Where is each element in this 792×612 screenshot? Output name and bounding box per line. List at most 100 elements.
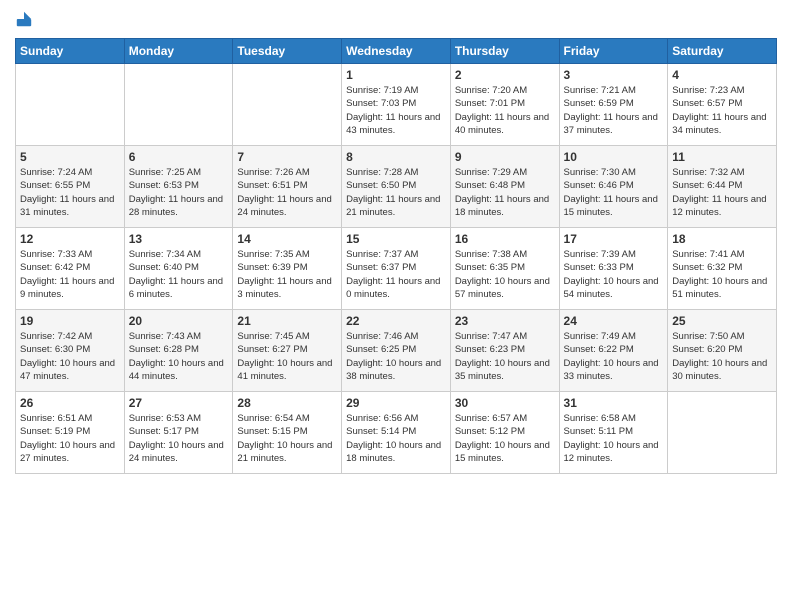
calendar-day-cell xyxy=(233,64,342,146)
calendar-day-cell: 30 Sunrise: 6:57 AM Sunset: 5:12 PM Dayli… xyxy=(450,392,559,474)
day-number: 12 xyxy=(20,232,120,246)
day-info: Sunrise: 7:24 AM Sunset: 6:55 PM Dayligh… xyxy=(20,166,120,219)
day-info: Sunrise: 7:33 AM Sunset: 6:42 PM Dayligh… xyxy=(20,248,120,301)
day-number: 19 xyxy=(20,314,120,328)
day-info: Sunrise: 7:25 AM Sunset: 6:53 PM Dayligh… xyxy=(129,166,229,219)
calendar-day-cell: 5 Sunrise: 7:24 AM Sunset: 6:55 PM Daylig… xyxy=(16,146,125,228)
day-info: Sunrise: 7:19 AM Sunset: 7:03 PM Dayligh… xyxy=(346,84,446,137)
calendar-day-cell: 25 Sunrise: 7:50 AM Sunset: 6:20 PM Dayli… xyxy=(668,310,777,392)
day-info: Sunrise: 6:53 AM Sunset: 5:17 PM Dayligh… xyxy=(129,412,229,465)
day-number: 8 xyxy=(346,150,446,164)
calendar-day-cell: 22 Sunrise: 7:46 AM Sunset: 6:25 PM Dayli… xyxy=(342,310,451,392)
weekday-header-cell: Monday xyxy=(124,39,233,64)
calendar-day-cell: 9 Sunrise: 7:29 AM Sunset: 6:48 PM Daylig… xyxy=(450,146,559,228)
weekday-header-cell: Thursday xyxy=(450,39,559,64)
day-number: 25 xyxy=(672,314,772,328)
day-info: Sunrise: 7:46 AM Sunset: 6:25 PM Dayligh… xyxy=(346,330,446,383)
calendar-week-row: 26 Sunrise: 6:51 AM Sunset: 5:19 PM Dayli… xyxy=(16,392,777,474)
calendar-week-row: 1 Sunrise: 7:19 AM Sunset: 7:03 PM Daylig… xyxy=(16,64,777,146)
day-info: Sunrise: 7:26 AM Sunset: 6:51 PM Dayligh… xyxy=(237,166,337,219)
day-info: Sunrise: 7:39 AM Sunset: 6:33 PM Dayligh… xyxy=(564,248,664,301)
day-info: Sunrise: 7:50 AM Sunset: 6:20 PM Dayligh… xyxy=(672,330,772,383)
calendar-day-cell: 27 Sunrise: 6:53 AM Sunset: 5:17 PM Dayli… xyxy=(124,392,233,474)
day-info: Sunrise: 7:38 AM Sunset: 6:35 PM Dayligh… xyxy=(455,248,555,301)
calendar-day-cell: 31Sunrise: 6:58 AM Sunset: 5:11 PM Dayli… xyxy=(559,392,668,474)
day-number: 26 xyxy=(20,396,120,410)
day-number: 2 xyxy=(455,68,555,82)
day-info: Sunrise: 7:35 AM Sunset: 6:39 PM Dayligh… xyxy=(237,248,337,301)
day-info: Sunrise: 7:23 AM Sunset: 6:57 PM Dayligh… xyxy=(672,84,772,137)
day-info: Sunrise: 7:28 AM Sunset: 6:50 PM Dayligh… xyxy=(346,166,446,219)
header xyxy=(15,10,777,28)
logo-icon xyxy=(15,10,33,28)
day-number: 7 xyxy=(237,150,337,164)
day-info: Sunrise: 7:45 AM Sunset: 6:27 PM Dayligh… xyxy=(237,330,337,383)
day-number: 27 xyxy=(129,396,229,410)
calendar-week-row: 19 Sunrise: 7:42 AM Sunset: 6:30 PM Dayli… xyxy=(16,310,777,392)
calendar-day-cell: 21 Sunrise: 7:45 AM Sunset: 6:27 PM Dayli… xyxy=(233,310,342,392)
calendar-day-cell: 11Sunrise: 7:32 AM Sunset: 6:44 PM Dayli… xyxy=(668,146,777,228)
calendar-day-cell: 18 Sunrise: 7:41 AM Sunset: 6:32 PM Dayli… xyxy=(668,228,777,310)
day-number: 21 xyxy=(237,314,337,328)
day-number: 13 xyxy=(129,232,229,246)
calendar-table: SundayMondayTuesdayWednesdayThursdayFrid… xyxy=(15,38,777,474)
calendar-day-cell: 2 Sunrise: 7:20 AM Sunset: 7:01 PM Daylig… xyxy=(450,64,559,146)
day-info: Sunrise: 7:20 AM Sunset: 7:01 PM Dayligh… xyxy=(455,84,555,137)
day-info: Sunrise: 6:57 AM Sunset: 5:12 PM Dayligh… xyxy=(455,412,555,465)
day-info: Sunrise: 7:30 AM Sunset: 6:46 PM Dayligh… xyxy=(564,166,664,219)
calendar-day-cell: 28 Sunrise: 6:54 AM Sunset: 5:15 PM Dayli… xyxy=(233,392,342,474)
main-container: SundayMondayTuesdayWednesdayThursdayFrid… xyxy=(0,0,792,484)
day-info: Sunrise: 6:58 AM Sunset: 5:11 PM Dayligh… xyxy=(564,412,664,465)
calendar-day-cell: 19 Sunrise: 7:42 AM Sunset: 6:30 PM Dayli… xyxy=(16,310,125,392)
weekday-header-cell: Sunday xyxy=(16,39,125,64)
day-info: Sunrise: 7:29 AM Sunset: 6:48 PM Dayligh… xyxy=(455,166,555,219)
calendar-day-cell: 29Sunrise: 6:56 AM Sunset: 5:14 PM Dayli… xyxy=(342,392,451,474)
day-number: 5 xyxy=(20,150,120,164)
calendar-day-cell: 12 Sunrise: 7:33 AM Sunset: 6:42 PM Dayli… xyxy=(16,228,125,310)
day-number: 22 xyxy=(346,314,446,328)
calendar-body: 1 Sunrise: 7:19 AM Sunset: 7:03 PM Daylig… xyxy=(16,64,777,474)
day-info: Sunrise: 7:37 AM Sunset: 6:37 PM Dayligh… xyxy=(346,248,446,301)
day-info: Sunrise: 7:42 AM Sunset: 6:30 PM Dayligh… xyxy=(20,330,120,383)
calendar-day-cell xyxy=(124,64,233,146)
day-number: 9 xyxy=(455,150,555,164)
calendar-day-cell: 13 Sunrise: 7:34 AM Sunset: 6:40 PM Dayli… xyxy=(124,228,233,310)
calendar-day-cell: 16 Sunrise: 7:38 AM Sunset: 6:35 PM Dayli… xyxy=(450,228,559,310)
calendar-day-cell xyxy=(668,392,777,474)
day-number: 1 xyxy=(346,68,446,82)
day-info: Sunrise: 7:34 AM Sunset: 6:40 PM Dayligh… xyxy=(129,248,229,301)
day-info: Sunrise: 7:43 AM Sunset: 6:28 PM Dayligh… xyxy=(129,330,229,383)
day-info: Sunrise: 6:51 AM Sunset: 5:19 PM Dayligh… xyxy=(20,412,120,465)
calendar-day-cell: 4Sunrise: 7:23 AM Sunset: 6:57 PM Daylig… xyxy=(668,64,777,146)
day-info: Sunrise: 6:54 AM Sunset: 5:15 PM Dayligh… xyxy=(237,412,337,465)
weekday-header-cell: Friday xyxy=(559,39,668,64)
calendar-day-cell: 17Sunrise: 7:39 AM Sunset: 6:33 PM Dayli… xyxy=(559,228,668,310)
calendar-day-cell: 6Sunrise: 7:25 AM Sunset: 6:53 PM Daylig… xyxy=(124,146,233,228)
calendar-day-cell: 15 Sunrise: 7:37 AM Sunset: 6:37 PM Dayli… xyxy=(342,228,451,310)
weekday-header-cell: Saturday xyxy=(668,39,777,64)
day-number: 23 xyxy=(455,314,555,328)
day-info: Sunrise: 7:21 AM Sunset: 6:59 PM Dayligh… xyxy=(564,84,664,137)
weekday-header-cell: Tuesday xyxy=(233,39,342,64)
day-number: 24 xyxy=(564,314,664,328)
day-number: 16 xyxy=(455,232,555,246)
calendar-day-cell: 23Sunrise: 7:47 AM Sunset: 6:23 PM Dayli… xyxy=(450,310,559,392)
calendar-day-cell: 8 Sunrise: 7:28 AM Sunset: 6:50 PM Daylig… xyxy=(342,146,451,228)
day-info: Sunrise: 7:32 AM Sunset: 6:44 PM Dayligh… xyxy=(672,166,772,219)
calendar-day-cell: 7 Sunrise: 7:26 AM Sunset: 6:51 PM Daylig… xyxy=(233,146,342,228)
weekday-header-cell: Wednesday xyxy=(342,39,451,64)
day-number: 20 xyxy=(129,314,229,328)
day-number: 30 xyxy=(455,396,555,410)
calendar-week-row: 5 Sunrise: 7:24 AM Sunset: 6:55 PM Daylig… xyxy=(16,146,777,228)
day-info: Sunrise: 7:41 AM Sunset: 6:32 PM Dayligh… xyxy=(672,248,772,301)
day-info: Sunrise: 7:49 AM Sunset: 6:22 PM Dayligh… xyxy=(564,330,664,383)
logo xyxy=(15,10,35,28)
calendar-week-row: 12 Sunrise: 7:33 AM Sunset: 6:42 PM Dayli… xyxy=(16,228,777,310)
calendar-day-cell: 14 Sunrise: 7:35 AM Sunset: 6:39 PM Dayli… xyxy=(233,228,342,310)
day-number: 28 xyxy=(237,396,337,410)
calendar-day-cell: 20 Sunrise: 7:43 AM Sunset: 6:28 PM Dayli… xyxy=(124,310,233,392)
day-number: 18 xyxy=(672,232,772,246)
day-number: 15 xyxy=(346,232,446,246)
day-number: 3 xyxy=(564,68,664,82)
day-number: 14 xyxy=(237,232,337,246)
